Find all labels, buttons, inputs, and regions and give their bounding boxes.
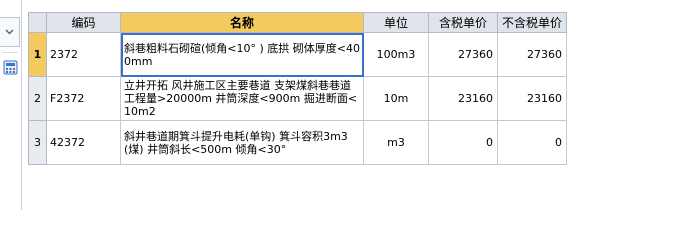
price-tax-cell[interactable]: 0 [428, 120, 498, 165]
chevron-down-icon [5, 29, 14, 35]
price-tax-cell[interactable]: 27360 [428, 32, 498, 77]
column-header-unit[interactable]: 单位 [363, 12, 429, 33]
calculator-icon[interactable] [1, 58, 19, 76]
corner-cell[interactable] [28, 12, 47, 33]
price-notax-cell[interactable]: 27360 [497, 32, 567, 77]
row-number[interactable]: 3 [28, 120, 47, 165]
name-cell[interactable]: 斜巷粗料石砌碹(倾角<10° ) 底拱 砌体厚度<400mm [120, 32, 364, 77]
dropdown-button[interactable] [0, 17, 20, 47]
price-notax-cell[interactable]: 0 [497, 120, 567, 165]
row-number[interactable]: 2 [28, 76, 47, 121]
quota-grid: 编码 名称 单位 含税单价 不含税单价 1 2372 斜巷粗料石砌碹(倾角<10… [28, 12, 567, 165]
table-row[interactable]: 1 2372 斜巷粗料石砌碹(倾角<10° ) 底拱 砌体厚度<400mm 10… [28, 32, 567, 77]
price-tax-cell[interactable]: 23160 [428, 76, 498, 121]
column-header-price-notax[interactable]: 不含税单价 [497, 12, 567, 33]
row-number[interactable]: 1 [28, 32, 47, 77]
table-row[interactable]: 3 42372 斜井巷道期箕斗提升电耗(单钩) 箕斗容积3m3 (煤) 井筒斜长… [28, 120, 567, 165]
price-notax-cell[interactable]: 23160 [497, 76, 567, 121]
column-header-price-tax[interactable]: 含税单价 [428, 12, 498, 33]
code-cell[interactable]: F2372 [46, 76, 121, 121]
name-cell[interactable]: 斜井巷道期箕斗提升电耗(单钩) 箕斗容积3m3 (煤) 井筒斜长<500m 倾角… [120, 120, 364, 165]
header-row: 编码 名称 单位 含税单价 不含税单价 [28, 12, 567, 33]
code-cell[interactable]: 2372 [46, 32, 121, 77]
divider [2, 52, 18, 53]
code-cell[interactable]: 42372 [46, 120, 121, 165]
table-row[interactable]: 2 F2372 立井开拓 风井施工区主要巷道 支架煤斜巷巷道工程量>20000m… [28, 76, 567, 121]
left-tool-strip [0, 0, 22, 210]
unit-cell[interactable]: 10m [363, 76, 429, 121]
unit-cell[interactable]: m3 [363, 120, 429, 165]
unit-cell[interactable]: 100m3 [363, 32, 429, 77]
column-header-code[interactable]: 编码 [46, 12, 121, 33]
column-header-name[interactable]: 名称 [120, 12, 364, 33]
name-cell[interactable]: 立井开拓 风井施工区主要巷道 支架煤斜巷巷道工程量>20000m 井筒深度<90… [120, 76, 364, 121]
